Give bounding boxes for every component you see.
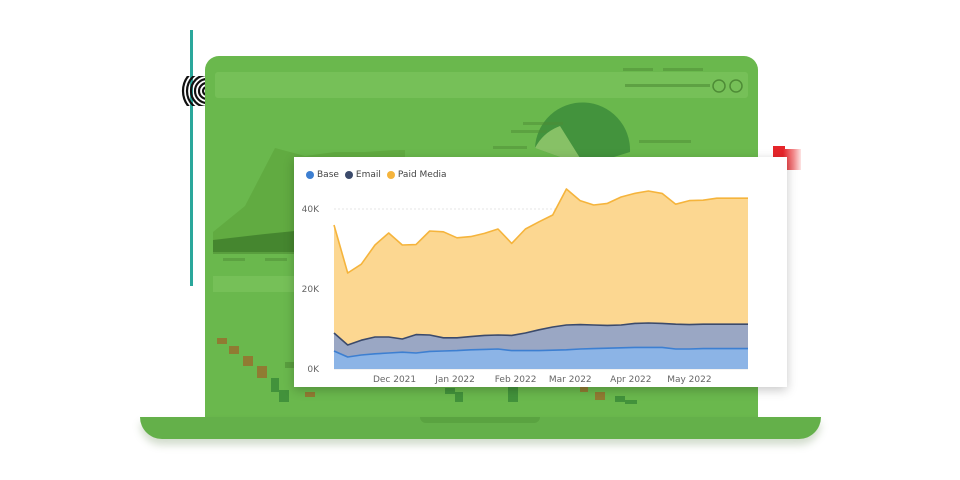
stacked-area-chart-card: Base Email Paid Media 0K 20K 40K Dec 2021 Ja… [294, 157, 787, 387]
x-tick-label: May 2022 [667, 375, 711, 385]
y-tick-label: 0K [307, 365, 320, 375]
x-tick-label: Jan 2022 [434, 375, 475, 385]
x-tick-label: Feb 2022 [495, 375, 537, 385]
series-area-paid-media [334, 189, 748, 345]
x-tick-label: Apr 2022 [610, 375, 651, 385]
chart-plot-area[interactable]: 0K 20K 40K Dec 2021 Jan 2022 Feb 2022 Mar 2022… [294, 157, 787, 387]
zebra-pattern-decoration [181, 76, 207, 106]
x-tick-label: Mar 2022 [549, 375, 592, 385]
x-tick-label: Dec 2021 [373, 375, 416, 385]
y-tick-label: 20K [302, 285, 320, 295]
marketing-hero-illustration: Base Email Paid Media 0K 20K 40K Dec 2021 Ja… [0, 0, 960, 480]
y-tick-label: 40K [302, 205, 320, 215]
teal-accent-line [190, 30, 193, 286]
